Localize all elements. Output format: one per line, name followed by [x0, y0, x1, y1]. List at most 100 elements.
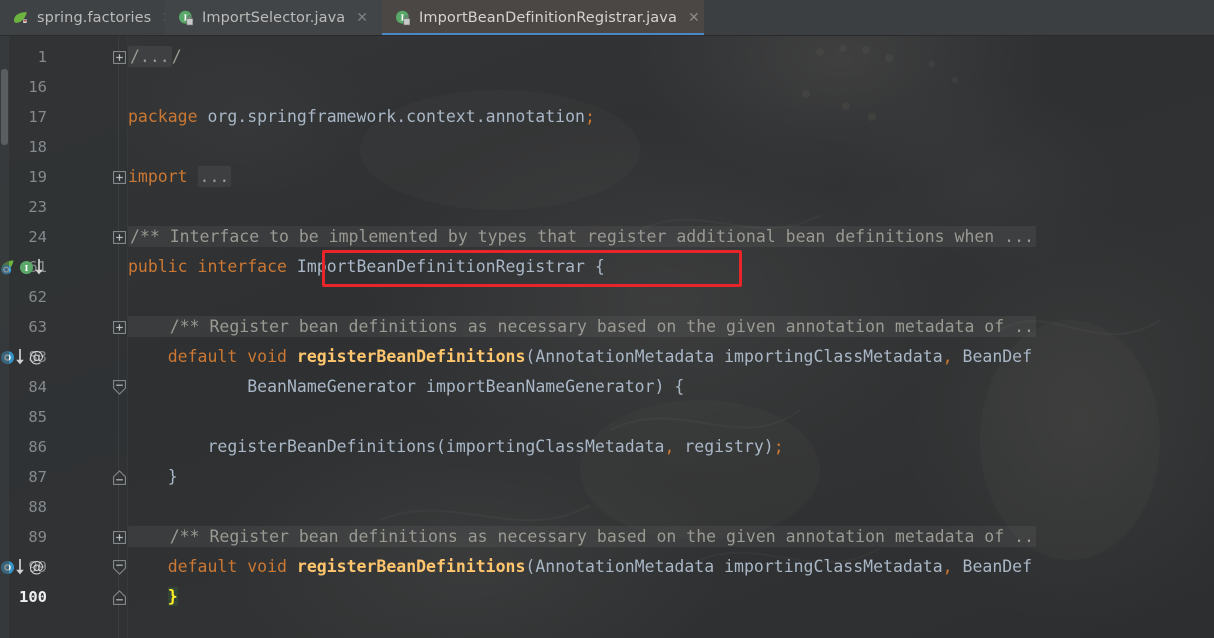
- code-line-row[interactable]: 85: [0, 402, 1214, 432]
- svg-text:I: I: [25, 262, 29, 272]
- code-token: BeanNameGenerator: [247, 377, 417, 396]
- code-line-row[interactable]: 63 /** Register bean definitions as nece…: [0, 312, 1214, 342]
- code-line-row[interactable]: 18: [0, 132, 1214, 162]
- code-line-row[interactable]: 83 @ default void registerBeanDefinition…: [0, 342, 1214, 372]
- fold-marker-collapsed[interactable]: [110, 222, 128, 252]
- code-line-text: public interface ImportBeanDefinitionReg…: [128, 252, 605, 282]
- implemented-by-arrow-icon[interactable]: [34, 258, 44, 276]
- code-token: importingClassMetadata: [714, 557, 943, 576]
- code-token: /** Register bean definitions as necessa…: [128, 316, 1036, 337]
- fold-marker-collapsed[interactable]: [110, 42, 128, 72]
- fold-marker-block-end[interactable]: [110, 582, 128, 612]
- fold-marker-expanded-end[interactable]: [110, 372, 128, 402]
- code-line-row[interactable]: 24 /** Interface to be implemented by ty…: [0, 222, 1214, 252]
- code-token: default: [167, 347, 238, 366]
- code-token: void: [247, 557, 287, 576]
- code-line-text: /... /: [128, 42, 182, 72]
- tab-label: ImportSelector.java: [202, 10, 346, 26]
- code-line-text: }: [128, 582, 178, 612]
- code-token: BeanDef: [952, 557, 1033, 576]
- code-token: ...: [197, 166, 232, 187]
- code-token: }: [128, 467, 178, 486]
- code-token: AnnotationMetadata: [535, 347, 715, 366]
- code-token: }: [167, 587, 178, 606]
- code-token: BeanDef: [952, 347, 1033, 366]
- tab-label: spring.factories: [37, 10, 152, 26]
- tab-import-bean-definition-registrar[interactable]: I ImportBeanDefinitionRegistrar.java ✕: [382, 0, 704, 36]
- annotation-at-icon[interactable]: @: [29, 349, 44, 365]
- code-token: (: [525, 557, 536, 576]
- fold-marker-block-end[interactable]: [110, 462, 128, 492]
- scrollbar-thumb[interactable]: [1, 69, 8, 145]
- code-line-text: /** Interface to be implemented by types…: [128, 222, 1036, 252]
- java-interface-icon: I: [395, 10, 412, 27]
- annotation-at-icon[interactable]: @: [29, 559, 44, 575]
- code-token: public: [128, 257, 188, 276]
- code-token: ;: [584, 107, 595, 126]
- code-token: ImportBeanDefinitionRegistrar: [296, 257, 585, 276]
- ide-editor-window: spring.factories ✕ I ImportSelector.java…: [0, 0, 1214, 638]
- implemented-by-arrow-icon[interactable]: [15, 558, 25, 576]
- code-token: importingClassMetadata: [445, 437, 665, 456]
- code-line-row[interactable]: 61 I public interface ImportBeanDefiniti…: [0, 252, 1214, 282]
- code-line-row[interactable]: 84 BeanNameGenerator importBeanNameGener…: [0, 372, 1214, 402]
- code-token: registerBeanDefinitions: [296, 557, 526, 576]
- code-token: /: [171, 47, 182, 66]
- code-token: ,: [942, 347, 953, 366]
- tab-import-selector[interactable]: I ImportSelector.java ✕: [165, 0, 382, 36]
- code-line-text: }: [128, 462, 178, 492]
- close-icon[interactable]: ✕: [356, 11, 368, 25]
- code-token: interface: [197, 257, 287, 276]
- code-token: /** Interface to be implemented by types…: [128, 226, 1036, 247]
- java-interface-icon[interactable]: I: [19, 260, 34, 275]
- java-interface-icon: I: [178, 10, 195, 27]
- code-line-row[interactable]: 99 @ default void registerBeanDefinition…: [0, 552, 1214, 582]
- code-token: importBeanNameGenerator: [416, 377, 655, 396]
- code-token: registerBeanDefinitions: [207, 437, 436, 456]
- code-token: package: [128, 107, 198, 126]
- code-token: org.springframework.context.annotation: [207, 107, 585, 126]
- code-line-row[interactable]: 17 package org.springframework.context.an…: [0, 102, 1214, 132]
- tab-spring-factories[interactable]: spring.factories ✕: [0, 0, 174, 36]
- close-icon[interactable]: ✕: [688, 11, 700, 25]
- code-token: {: [664, 377, 685, 396]
- code-line-text: /** Register bean definitions as necessa…: [128, 522, 1036, 552]
- code-token: registry: [674, 437, 764, 456]
- code-line-row[interactable]: 89 /** Register bean definitions as nece…: [0, 522, 1214, 552]
- code-line-row[interactable]: 19 import ...: [0, 162, 1214, 192]
- fold-marker-expanded-end[interactable]: [110, 552, 128, 582]
- code-line-text: default void registerBeanDefinitions(Ann…: [128, 342, 1032, 372]
- spring-leaf-icon: [13, 10, 30, 27]
- code-line-row[interactable]: 16: [0, 72, 1214, 102]
- code-token: ,: [664, 437, 675, 456]
- code-token: import: [128, 167, 188, 186]
- fold-marker-collapsed[interactable]: [110, 522, 128, 552]
- code-line-text: BeanNameGenerator importBeanNameGenerato…: [128, 372, 684, 402]
- fold-marker-collapsed[interactable]: [110, 312, 128, 342]
- code-line-row[interactable]: 62: [0, 282, 1214, 312]
- code-line-row[interactable]: 23: [0, 192, 1214, 222]
- code-line-row[interactable]: 100 }: [0, 582, 1214, 612]
- fold-marker-collapsed[interactable]: [110, 162, 128, 192]
- code-token: ;: [773, 437, 784, 456]
- code-editor-area[interactable]: 1 /.../16 17 package org.springframework.c…: [0, 36, 1214, 638]
- code-line-row[interactable]: 1 /... /: [0, 42, 1214, 72]
- code-line-row[interactable]: 87 }: [0, 462, 1214, 492]
- editor-scrollbar[interactable]: [0, 36, 9, 638]
- code-token: ): [654, 377, 665, 396]
- code-line-row[interactable]: 86 registerBeanDefinitions(importingClas…: [0, 432, 1214, 462]
- implemented-by-arrow-icon[interactable]: [15, 348, 25, 366]
- code-token: ,: [942, 557, 953, 576]
- code-line-row[interactable]: 88: [0, 492, 1214, 522]
- code-token: /** Register bean definitions as necessa…: [128, 526, 1036, 547]
